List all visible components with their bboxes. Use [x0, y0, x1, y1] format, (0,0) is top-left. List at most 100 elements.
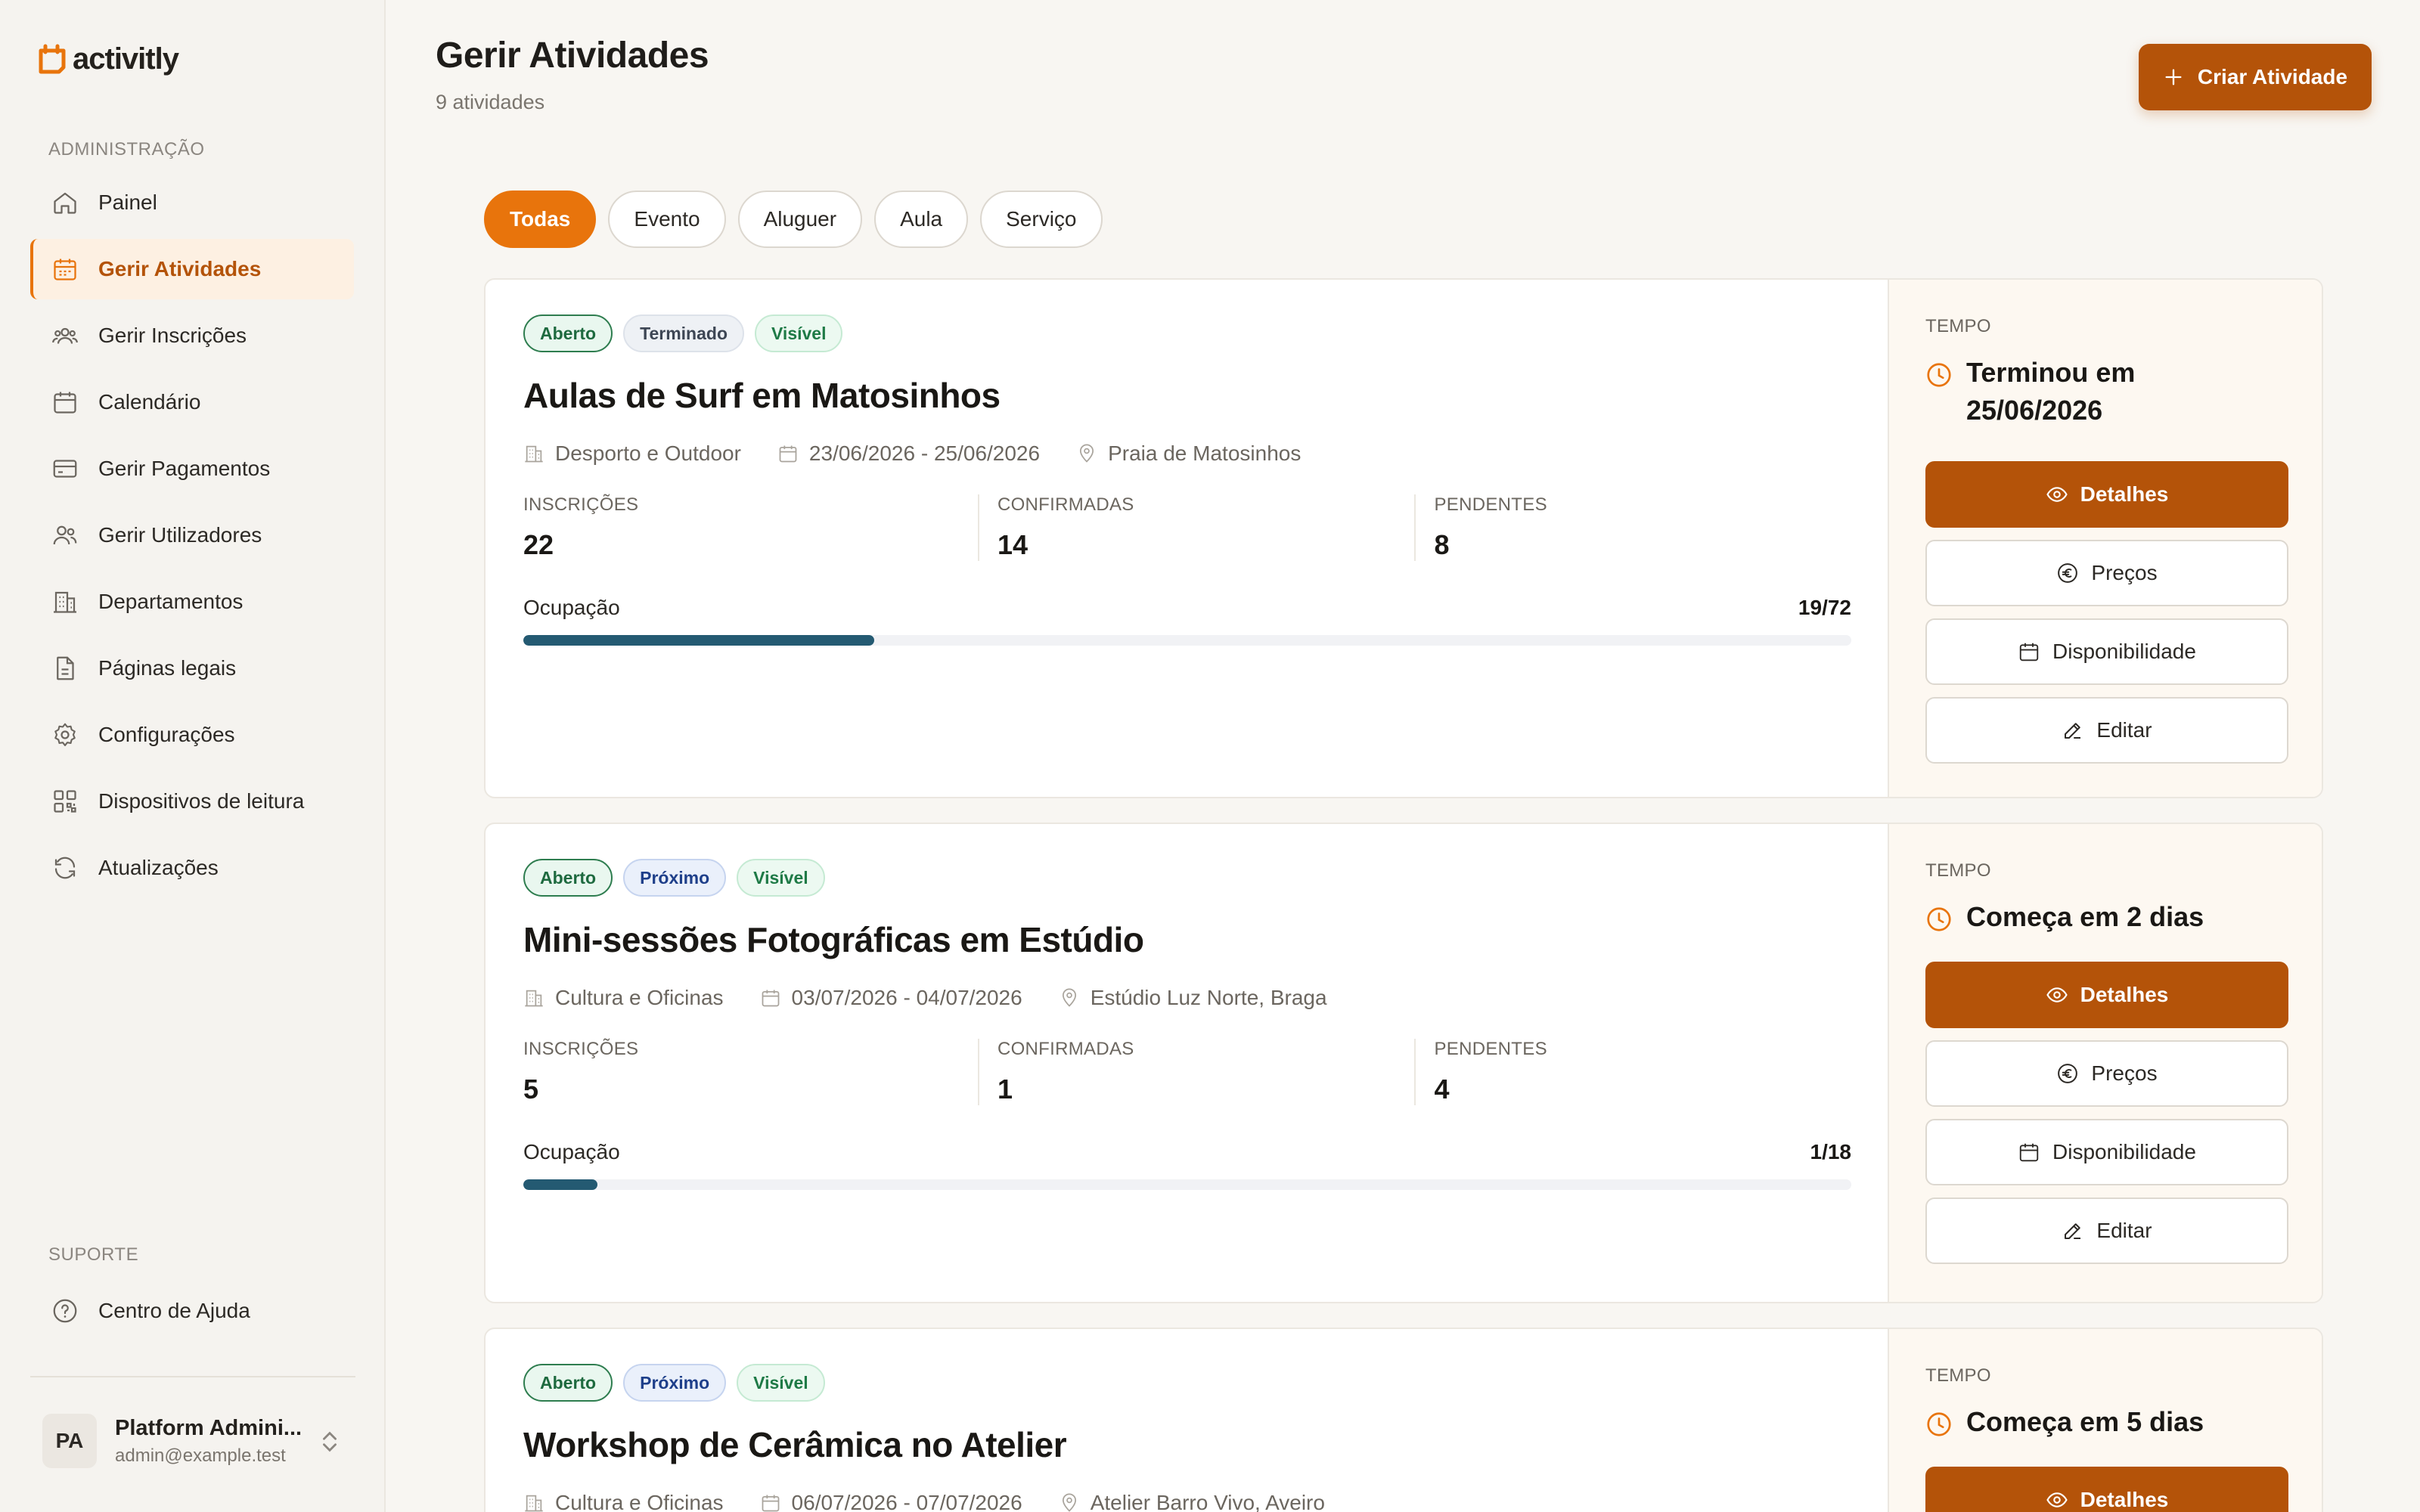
sidebar-item-dispositivos-de-leitura[interactable]: Dispositivos de leitura [30, 771, 354, 832]
activity-title[interactable]: Workshop de Cerâmica no Atelier [523, 1424, 1851, 1465]
eye-icon [2046, 984, 2068, 1006]
app-logo[interactable]: activitly [36, 42, 179, 76]
filter-chip-aula[interactable]: Aula [874, 191, 969, 248]
tempo-line: 25/06/2026 [1966, 395, 2103, 426]
status-badge: Aberto [523, 859, 613, 897]
stat-pendentes: 4 [1434, 1074, 1450, 1105]
sidebar: activitly ADMINISTRAÇÃO Painel Gerir Ati… [0, 0, 386, 1512]
calendar-icon [51, 389, 79, 416]
details-button[interactable]: Detalhes [1925, 1467, 2288, 1512]
details-button[interactable]: Detalhes [1925, 962, 2288, 1028]
sidebar-divider [30, 1376, 355, 1377]
sidebar-item-gerir-inscricoes[interactable]: Gerir Inscrições [30, 305, 354, 366]
stat-label: PENDENTES [1434, 494, 1547, 515]
sidebar-item-label: Calendário [98, 390, 201, 414]
availability-button[interactable]: Disponibilidade [1925, 1119, 2288, 1185]
calendar-icon [2018, 640, 2040, 663]
activity-dates: 06/07/2026 - 07/07/2026 [791, 1491, 1022, 1512]
occupancy-bar-fill [523, 635, 874, 646]
filter-chip-aluguer[interactable]: Aluguer [737, 191, 863, 248]
document-icon [51, 655, 79, 682]
status-badge: Próximo [623, 859, 727, 897]
tempo-label: TEMPO [1925, 860, 1991, 881]
tempo-line: Começa em 5 dias [1966, 1406, 2204, 1437]
map-pin-icon [1059, 987, 1080, 1009]
sidebar-item-paginas-legais[interactable]: Páginas legais [30, 638, 354, 699]
create-activity-button[interactable]: Criar Atividade [2139, 44, 2372, 110]
tempo-label: TEMPO [1925, 316, 1991, 336]
activity-stats: INSCRIÇÕES 5 CONFIRMADAS 1 PENDENTES 4 [523, 1039, 1851, 1105]
sidebar-item-configuracoes[interactable]: Configurações [30, 705, 354, 765]
activity-dates: 03/07/2026 - 04/07/2026 [791, 986, 1022, 1009]
edit-icon [2062, 1219, 2084, 1242]
activity-card: Aberto Terminado Visível Aulas de Surf e… [484, 278, 2323, 798]
details-label: Detalhes [2080, 983, 2169, 1006]
sidebar-item-gerir-utilizadores[interactable]: Gerir Utilizadores [30, 505, 354, 565]
calendar-icon [760, 987, 781, 1009]
clock-icon [1925, 361, 1953, 389]
sidebar-item-departamentos[interactable]: Departamentos [30, 572, 354, 632]
status-badges: Aberto Próximo Visível [523, 859, 1851, 897]
user-menu[interactable]: PA Platform Admini... admin@example.test [42, 1414, 345, 1468]
app-name: activitly [73, 42, 179, 76]
eye-icon [2046, 483, 2068, 506]
filter-chip-evento[interactable]: Evento [608, 191, 726, 248]
edit-button[interactable]: Editar [1925, 697, 2288, 764]
activity-title[interactable]: Aulas de Surf em Matosinhos [523, 375, 1851, 416]
chevron-up-down-icon [321, 1429, 339, 1455]
activity-department: Desporto e Outdoor [555, 442, 741, 465]
activity-location: Estúdio Luz Norte, Braga [1090, 986, 1327, 1009]
sidebar-item-gerir-pagamentos[interactable]: Gerir Pagamentos [30, 438, 354, 499]
details-button[interactable]: Detalhes [1925, 461, 2288, 528]
refresh-icon [51, 854, 79, 881]
sidebar-item-label: Atualizações [98, 856, 219, 879]
filter-chip-todas[interactable]: Todas [484, 191, 597, 248]
status-badges: Aberto Próximo Visível [523, 1364, 1851, 1402]
building-icon [523, 987, 544, 1009]
sidebar-item-label: Páginas legais [98, 656, 237, 680]
sidebar-item-calendario[interactable]: Calendário [30, 372, 354, 432]
credit-card-icon [51, 455, 79, 482]
stat-inscricoes: 22 [523, 529, 554, 560]
occupancy-bar-fill [523, 1179, 598, 1190]
stat-label: INSCRIÇÕES [523, 494, 639, 515]
qr-code-icon [51, 788, 79, 815]
edit-button[interactable]: Editar [1925, 1198, 2288, 1264]
activity-meta: Desporto e Outdoor 23/06/2026 - 25/06/20… [523, 442, 1851, 466]
sidebar-item-label: Gerir Atividades [98, 257, 262, 280]
stat-label: CONFIRMADAS [997, 1039, 1134, 1059]
help-circle-icon [51, 1297, 79, 1325]
availability-button[interactable]: Disponibilidade [1925, 618, 2288, 685]
filter-chip-servico[interactable]: Serviço [980, 191, 1103, 248]
status-badge: Visível [737, 859, 825, 897]
edit-icon [2062, 719, 2084, 742]
edit-label: Editar [2096, 718, 2152, 742]
edit-label: Editar [2096, 1219, 2152, 1242]
sidebar-item-centro-de-ajuda[interactable]: Centro de Ajuda [30, 1281, 354, 1341]
sidebar-item-atualizacoes[interactable]: Atualizações [30, 838, 354, 898]
prices-button[interactable]: Preços [1925, 540, 2288, 606]
plus-icon [2163, 67, 2184, 88]
stat-confirmadas: 1 [997, 1074, 1013, 1105]
activity-card: Aberto Próximo Visível Workshop de Cerâm… [484, 1328, 2323, 1512]
activity-stats: INSCRIÇÕES 22 CONFIRMADAS 14 PENDENTES 8 [523, 494, 1851, 561]
page-title: Gerir Atividades [436, 36, 709, 76]
calendar-icon [2018, 1141, 2040, 1163]
sidebar-item-painel[interactable]: Painel [30, 172, 354, 233]
occupancy-label: Ocupação [523, 1140, 620, 1163]
availability-label: Disponibilidade [2052, 1140, 2196, 1163]
activity-department: Cultura e Oficinas [555, 986, 724, 1009]
building-icon [523, 1492, 544, 1512]
stat-inscricoes: 5 [523, 1074, 539, 1105]
sidebar-item-label: Gerir Inscrições [98, 324, 247, 347]
tempo-line: Começa em 2 dias [1966, 901, 2204, 932]
map-pin-icon [1076, 443, 1097, 464]
prices-button[interactable]: Preços [1925, 1040, 2288, 1107]
activity-card: Aberto Próximo Visível Mini-sessões Foto… [484, 823, 2323, 1303]
occupancy-label: Ocupação [523, 596, 620, 619]
activity-title[interactable]: Mini-sessões Fotográficas em Estúdio [523, 919, 1851, 960]
occupancy-value: 1/18 [1810, 1140, 1852, 1163]
sidebar-item-gerir-atividades[interactable]: Gerir Atividades [30, 239, 354, 299]
activity-meta: Cultura e Oficinas 03/07/2026 - 04/07/20… [523, 986, 1851, 1010]
stat-label: PENDENTES [1434, 1039, 1547, 1059]
